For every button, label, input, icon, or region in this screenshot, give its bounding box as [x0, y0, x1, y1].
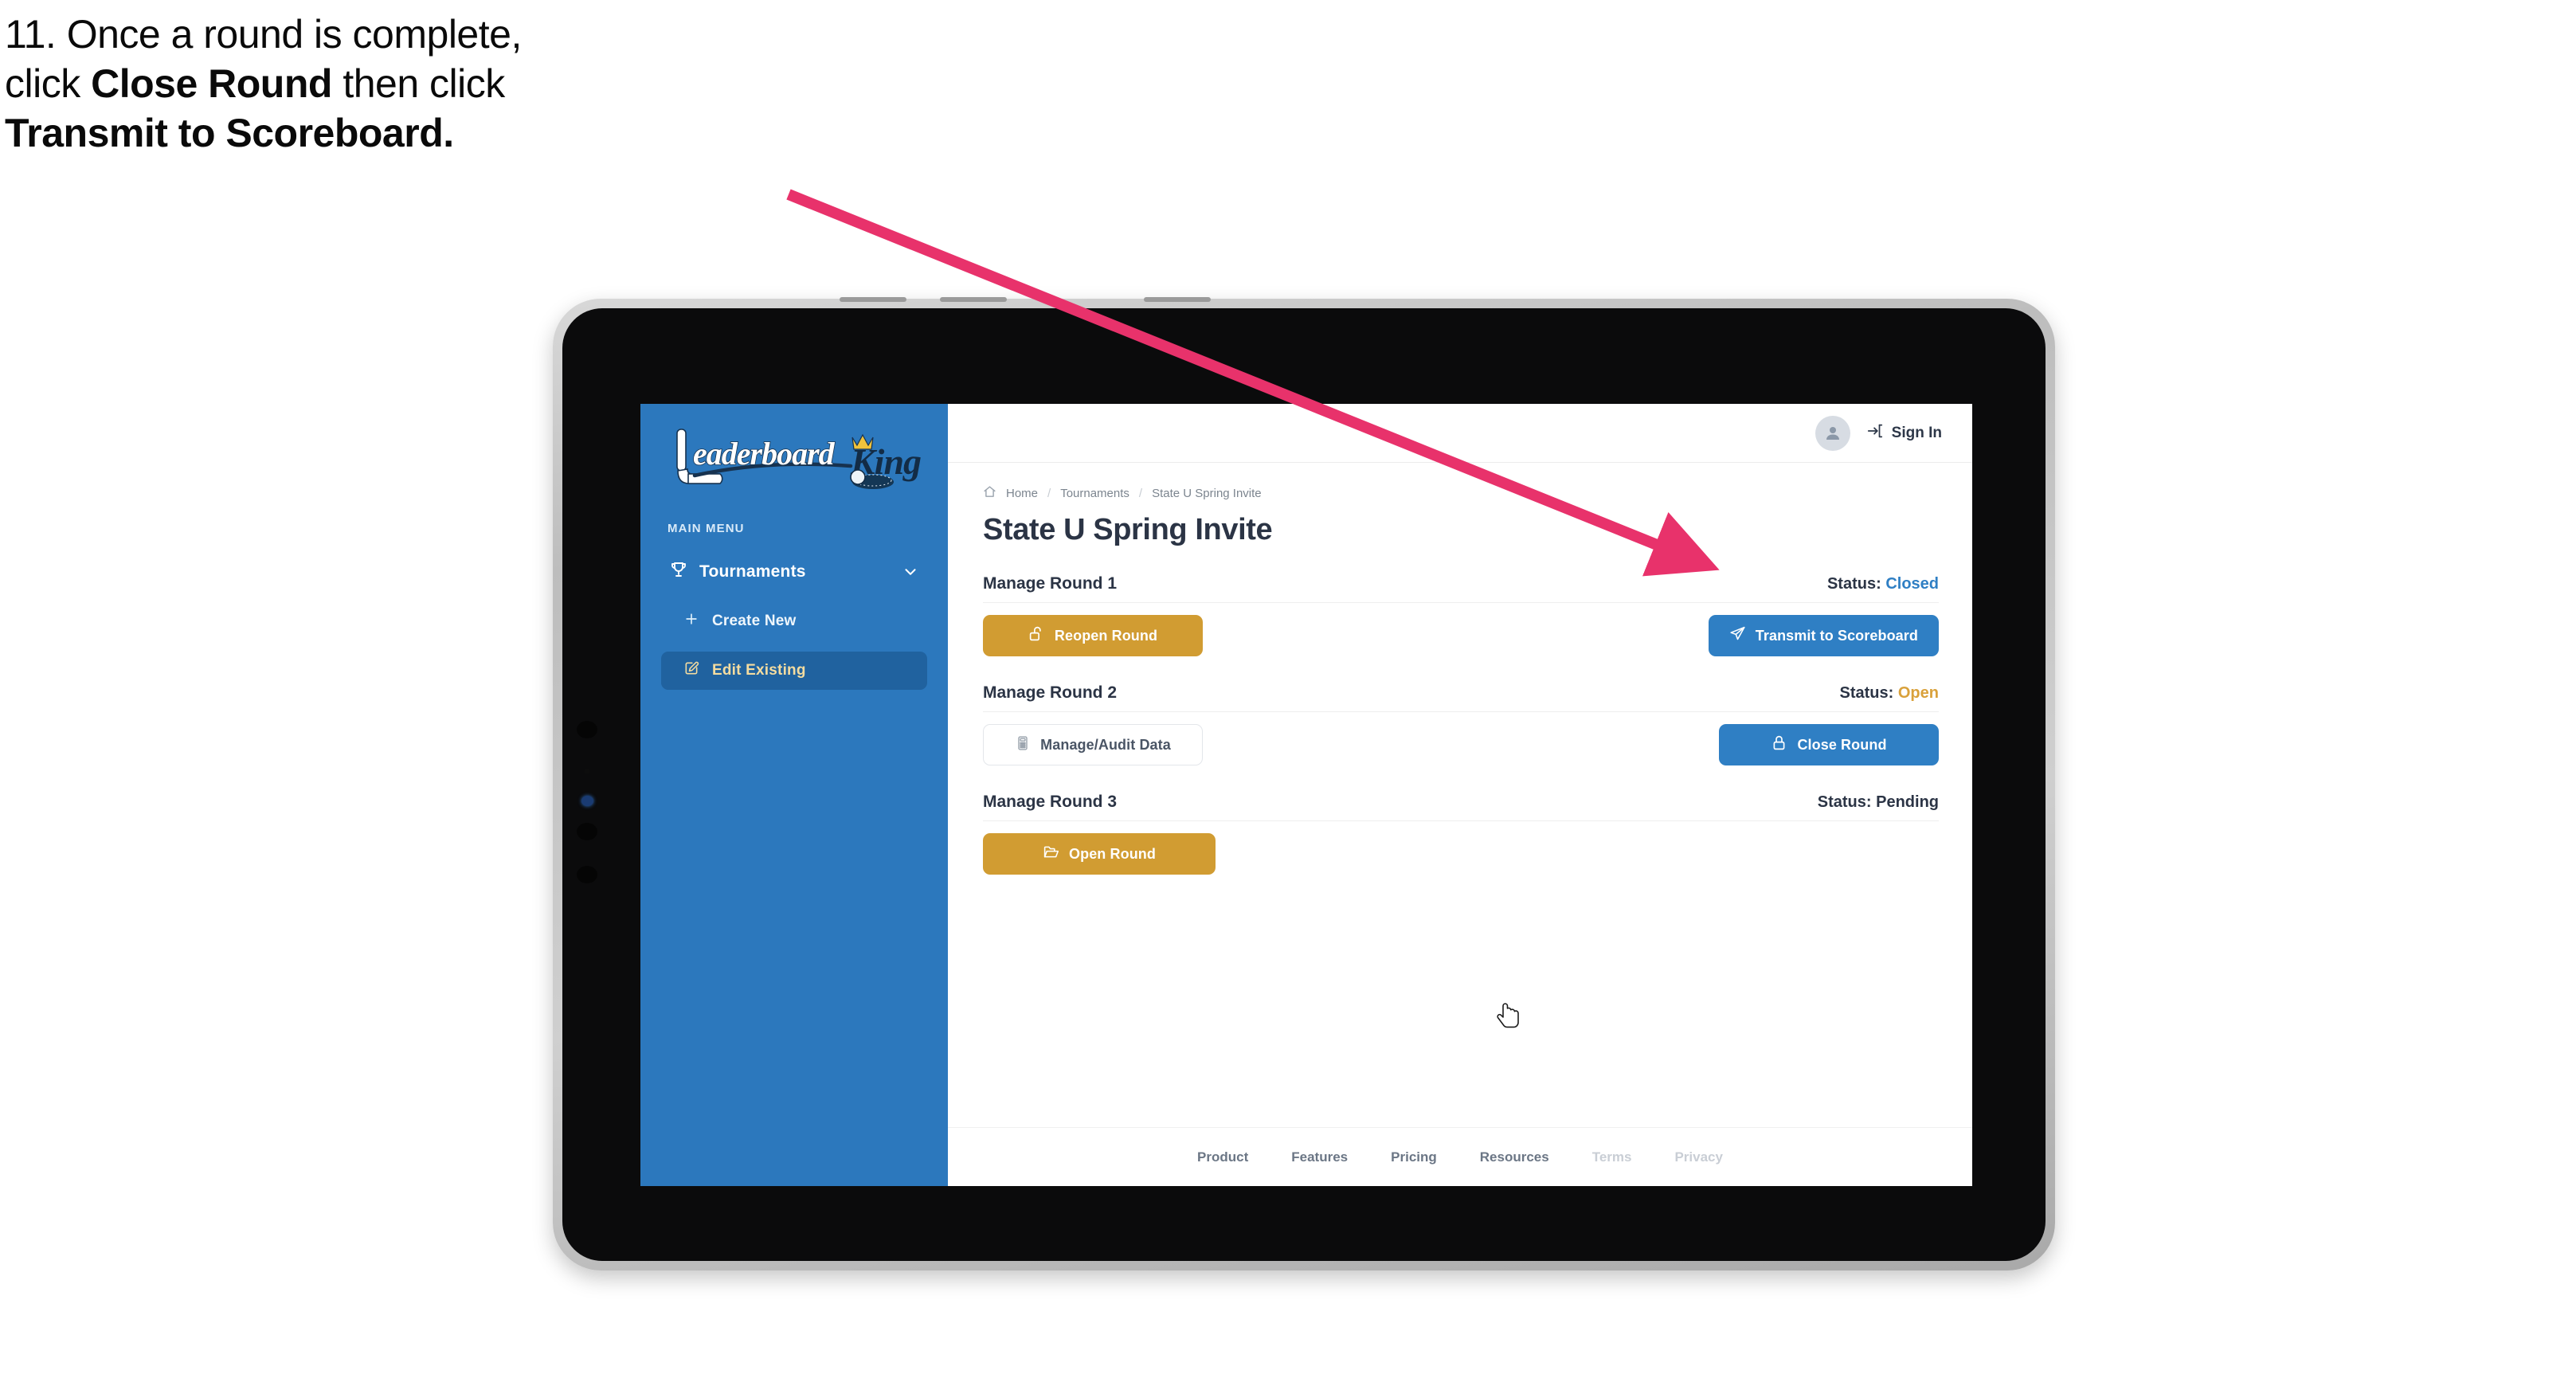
footer-link-product[interactable]: Product — [1197, 1149, 1248, 1165]
caption-line-1: 11. Once a round is complete, — [5, 12, 522, 57]
breadcrumb-item-home[interactable]: Home — [1006, 487, 1038, 500]
sidebar-item-create-new-label: Create New — [712, 613, 797, 629]
home-icon[interactable] — [983, 485, 996, 502]
sidebar-item-edit-existing-label: Edit Existing — [712, 662, 806, 679]
sidebar: eaderboard King MAIN MENU Tournaments Cr… — [640, 404, 948, 1186]
plus-icon — [683, 611, 699, 632]
sidebar-item-create-new[interactable]: Create New — [661, 602, 927, 640]
round-2-status: Status: Open — [1840, 684, 1939, 703]
close-round-label: Close Round — [1797, 736, 1887, 753]
breadcrumb: Home / Tournaments / State U Spring Invi… — [983, 485, 1939, 502]
footer-link-resources[interactable]: Resources — [1480, 1149, 1549, 1165]
lock-icon — [1771, 734, 1787, 755]
leaderboard-king-logo-icon: eaderboard King — [676, 425, 921, 489]
avatar[interactable] — [1815, 415, 1850, 451]
footer-link-features[interactable]: Features — [1291, 1149, 1348, 1165]
reopen-round-button[interactable]: Reopen Round — [983, 615, 1203, 656]
round-section-3: Manage Round 3 Status: Pending Open Roun… — [983, 793, 1939, 875]
reopen-round-label: Reopen Round — [1054, 627, 1158, 644]
round-3-name: Manage Round 3 — [983, 793, 1118, 811]
caption-line-2-post: then click — [331, 61, 505, 106]
unlock-icon — [1028, 625, 1045, 646]
page-title: State U Spring Invite — [983, 513, 1273, 546]
round-2-name: Manage Round 2 — [983, 683, 1118, 702]
main-panel: Sign In Home / Tournaments / State U Spr… — [948, 404, 1972, 1186]
sign-in-button[interactable]: Sign In — [1866, 422, 1942, 444]
trophy-icon — [669, 560, 688, 584]
open-folder-icon — [1043, 844, 1059, 864]
manage-audit-data-label: Manage/Audit Data — [1040, 736, 1171, 753]
tablet-bezel: eaderboard King MAIN MENU Tournaments Cr… — [562, 308, 2046, 1261]
round-3-status: Status: Pending — [1818, 793, 1939, 812]
open-round-button[interactable]: Open Round — [983, 833, 1216, 875]
brand-logo[interactable]: eaderboard King — [640, 404, 948, 491]
caption-line-3: Transmit to Scoreboard. — [5, 113, 897, 153]
footer-link-pricing[interactable]: Pricing — [1391, 1149, 1437, 1165]
tablet-device: eaderboard King MAIN MENU Tournaments Cr… — [553, 297, 2055, 1270]
caption-transmit-emphasis: Transmit to Scoreboard. — [5, 111, 454, 155]
tablet-top-button-1 — [840, 297, 906, 302]
tablet-camera-icon — [577, 721, 597, 738]
breadcrumb-separator-2: / — [1138, 487, 1143, 500]
footer-link-privacy[interactable]: Privacy — [1674, 1149, 1723, 1165]
top-bar: Sign In — [948, 404, 1972, 463]
round-3-status-label: Status: — [1817, 793, 1872, 811]
edit-square-icon — [683, 660, 699, 681]
calculator-icon — [1015, 735, 1031, 755]
round-2-header: Manage Round 2 Status: Open — [983, 683, 1939, 703]
round-2-status-label: Status: — [1839, 684, 1894, 702]
tablet-speaker-dot-icon — [577, 823, 597, 840]
round-1-status-value: Closed — [1885, 575, 1939, 593]
sidebar-item-edit-existing[interactable]: Edit Existing — [661, 652, 927, 690]
round-3-actions: Open Round — [983, 821, 1939, 875]
close-round-button[interactable]: Close Round — [1719, 724, 1939, 765]
caption-line-2: click Close Round then click — [5, 64, 897, 104]
chevron-down-icon[interactable] — [902, 563, 919, 581]
round-1-actions: Reopen Round Transmit to Scoreboard — [983, 603, 1939, 656]
round-1-header: Manage Round 1 Status: Closed — [983, 574, 1939, 593]
sidebar-section-label: MAIN MENU — [667, 522, 745, 535]
open-round-label: Open Round — [1069, 845, 1156, 862]
user-avatar-icon — [1826, 426, 1839, 440]
app-shell: eaderboard King MAIN MENU Tournaments Cr… — [640, 404, 1972, 1186]
round-3-header: Manage Round 3 Status: Pending — [983, 793, 1939, 812]
instruction-caption: 11. Once a round is complete, click Clos… — [5, 14, 897, 162]
tablet-top-button-2 — [940, 297, 1007, 302]
round-3-status-value: Pending — [1876, 793, 1939, 811]
round-1-name: Manage Round 1 — [983, 574, 1118, 593]
transmit-to-scoreboard-button[interactable]: Transmit to Scoreboard — [1708, 615, 1939, 656]
svg-text:eaderboard: eaderboard — [693, 436, 836, 472]
sidebar-item-tournaments-label: Tournaments — [699, 562, 806, 581]
sidebar-item-tournaments[interactable]: Tournaments — [661, 553, 927, 591]
round-section-2: Manage Round 2 Status: Open Manage/Audit… — [983, 683, 1939, 765]
caption-line-2-pre: click — [5, 61, 92, 106]
tablet-led-indicator-icon — [581, 796, 593, 806]
tablet-sensor-dot-icon — [584, 769, 590, 774]
tablet-screen: eaderboard King MAIN MENU Tournaments Cr… — [640, 404, 1972, 1186]
sign-in-label: Sign In — [1891, 424, 1942, 441]
transmit-to-scoreboard-label: Transmit to Scoreboard — [1755, 627, 1918, 644]
screenshot-root: 11. Once a round is complete, click Clos… — [0, 0, 2576, 1386]
manage-audit-data-button[interactable]: Manage/Audit Data — [983, 724, 1203, 765]
tablet-mic-dot-icon — [577, 866, 597, 883]
footer-link-terms[interactable]: Terms — [1592, 1149, 1632, 1165]
content-area: Home / Tournaments / State U Spring Invi… — [948, 463, 1972, 1127]
round-section-1: Manage Round 1 Status: Closed Reopen Rou… — [983, 574, 1939, 656]
round-2-status-value: Open — [1897, 684, 1939, 702]
tablet-top-button-3 — [1144, 297, 1211, 302]
breadcrumb-separator-1: / — [1047, 487, 1051, 500]
breadcrumb-item-current: State U Spring Invite — [1152, 487, 1262, 500]
round-2-actions: Manage/Audit Data Close Round — [983, 712, 1939, 765]
paper-plane-icon — [1729, 625, 1746, 646]
caption-close-round-emphasis: Close Round — [91, 61, 332, 106]
round-1-status: Status: Closed — [1827, 575, 1939, 593]
login-arrow-icon — [1866, 422, 1884, 444]
round-1-status-label: Status: — [1826, 575, 1881, 593]
pointing-hand-cursor — [1497, 1003, 1519, 1028]
breadcrumb-item-tournaments[interactable]: Tournaments — [1060, 487, 1129, 500]
footer: Product Features Pricing Resources Terms… — [948, 1127, 1972, 1186]
